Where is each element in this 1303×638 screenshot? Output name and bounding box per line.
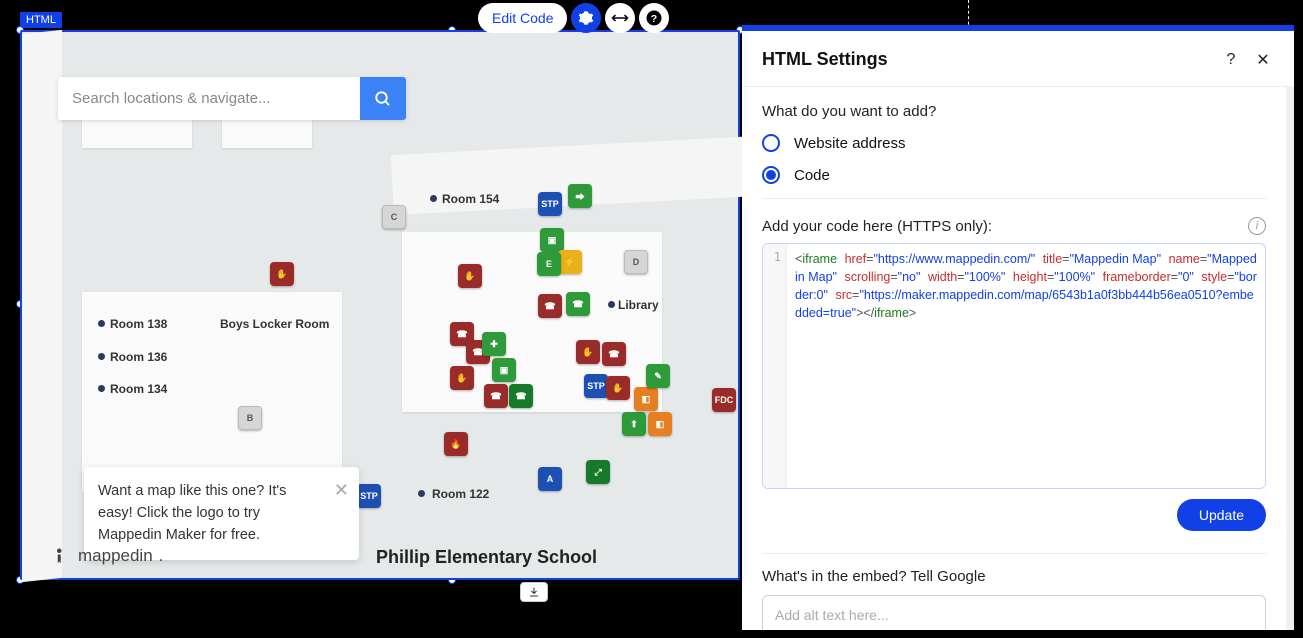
- map-pin-firstaid-icon[interactable]: ✚: [482, 332, 506, 356]
- road: [22, 30, 62, 582]
- map-pin[interactable]: STP: [538, 192, 562, 216]
- map-pin-c[interactable]: C: [382, 205, 406, 229]
- map-pin-arrow-icon[interactable]: ⬆: [622, 412, 646, 436]
- search-icon: [374, 90, 392, 108]
- map-label-library: Library: [618, 298, 659, 312]
- map-pin[interactable]: E: [537, 252, 561, 276]
- map-pin[interactable]: ☎: [509, 384, 533, 408]
- help-icon: ?: [1227, 51, 1236, 69]
- map-pin[interactable]: ☎: [538, 294, 562, 318]
- code-content[interactable]: <iframe href="https://www.mappedin.com/"…: [787, 244, 1265, 488]
- map-label-locker: Boys Locker Room: [220, 317, 329, 331]
- map-dot: [98, 385, 105, 392]
- map-embed[interactable]: Room 154 Library Room 138 Room 136 Room …: [20, 30, 740, 580]
- brand-logo[interactable]: mappedin .: [54, 546, 163, 566]
- radio-icon: [762, 134, 780, 152]
- brand-dot: .: [159, 546, 164, 566]
- mappedin-icon: [54, 547, 72, 565]
- brand-name: mappedin: [78, 546, 153, 566]
- map-pin[interactable]: STP: [357, 484, 381, 508]
- question-label: What do you want to add?: [762, 103, 1266, 120]
- close-icon: ✕: [1256, 50, 1269, 70]
- help-button[interactable]: ?: [639, 3, 669, 33]
- map-pin[interactable]: ▣: [492, 358, 516, 382]
- map-dot: [98, 320, 105, 327]
- map-pin[interactable]: ▣: [540, 228, 564, 252]
- map-pin-d[interactable]: D: [624, 250, 648, 274]
- map-label-room154: Room 154: [442, 192, 499, 206]
- code-gutter: 1: [763, 244, 787, 488]
- map-pin[interactable]: 🔥: [444, 432, 468, 456]
- map-pin-bolt-icon[interactable]: ⚡: [558, 250, 582, 274]
- radio-label: Website address: [794, 135, 905, 152]
- map-pin[interactable]: ☎: [566, 292, 590, 316]
- map-pin[interactable]: ✎: [646, 364, 670, 388]
- map-label-room138: Room 138: [110, 317, 167, 331]
- map-pin[interactable]: ✋: [606, 376, 630, 400]
- panel-help-button[interactable]: ?: [1220, 51, 1242, 69]
- help-icon: ?: [645, 9, 663, 27]
- panel-close-button[interactable]: ✕: [1252, 50, 1274, 70]
- radio-code[interactable]: Code: [762, 166, 1266, 184]
- close-icon[interactable]: ✕: [334, 477, 349, 504]
- map-dot: [430, 195, 437, 202]
- radio-label: Code: [794, 167, 830, 184]
- edit-code-button[interactable]: Edit Code: [478, 3, 567, 33]
- map-pin[interactable]: FDC: [712, 388, 736, 412]
- popup-text: Want a map like this one? It's easy! Cli…: [98, 483, 286, 543]
- panel-title: HTML Settings: [762, 49, 1220, 70]
- map-pin[interactable]: STP: [584, 374, 608, 398]
- map-pin[interactable]: ◧: [648, 412, 672, 436]
- settings-panel: HTML Settings ? ✕ What do you want to ad…: [742, 25, 1294, 630]
- map-dot: [98, 353, 105, 360]
- map-dot: [608, 301, 615, 308]
- widget-type-tag: HTML: [20, 12, 62, 28]
- map-pin-a[interactable]: A: [538, 467, 562, 491]
- code-label: Add your code here (HTTPS only):: [762, 218, 992, 235]
- search-button[interactable]: [360, 77, 406, 120]
- map-pin-exit-icon[interactable]: ⮕: [568, 184, 592, 208]
- search-input[interactable]: [58, 77, 360, 120]
- panel-header: HTML Settings ? ✕: [742, 31, 1294, 86]
- widget-toolbar: Edit Code ?: [478, 3, 669, 33]
- map-pin[interactable]: ✋: [270, 262, 294, 286]
- radio-icon: [762, 166, 780, 184]
- map-pin[interactable]: ✋: [576, 340, 600, 364]
- map-pin[interactable]: ✋: [458, 264, 482, 288]
- svg-text:?: ?: [651, 13, 657, 25]
- map-title: Phillip Elementary School: [376, 547, 597, 568]
- search-bar: [58, 77, 406, 120]
- map-pin[interactable]: ☎: [602, 342, 626, 366]
- alt-text-input[interactable]: [762, 595, 1266, 630]
- gear-icon: [578, 10, 594, 26]
- settings-button[interactable]: [571, 3, 601, 33]
- panel-body: What do you want to add? Website address…: [742, 86, 1294, 630]
- radio-website[interactable]: Website address: [762, 134, 1266, 152]
- map-label-room136: Room 136: [110, 350, 167, 364]
- stretch-button[interactable]: [605, 3, 635, 33]
- map-label-room134: Room 134: [110, 382, 167, 396]
- code-editor[interactable]: 1 <iframe href="https://www.mappedin.com…: [762, 243, 1266, 489]
- alt-question: What's in the embed? Tell Google: [762, 568, 1266, 585]
- map-dot: [418, 490, 425, 497]
- stretch-icon: [611, 11, 629, 25]
- map-pin[interactable]: ◧: [634, 387, 658, 411]
- map-pin-b[interactable]: B: [238, 406, 262, 430]
- divider: [762, 553, 1266, 554]
- divider: [762, 198, 1266, 199]
- map-pin[interactable]: ☎: [484, 384, 508, 408]
- info-icon[interactable]: i: [1248, 217, 1266, 235]
- update-button[interactable]: Update: [1177, 499, 1266, 531]
- download-handle[interactable]: [520, 582, 548, 602]
- map-pin[interactable]: ✋: [450, 366, 474, 390]
- map-label-room122: Room 122: [432, 487, 489, 501]
- download-icon: [528, 586, 540, 598]
- map-pin[interactable]: ⤢: [586, 460, 610, 484]
